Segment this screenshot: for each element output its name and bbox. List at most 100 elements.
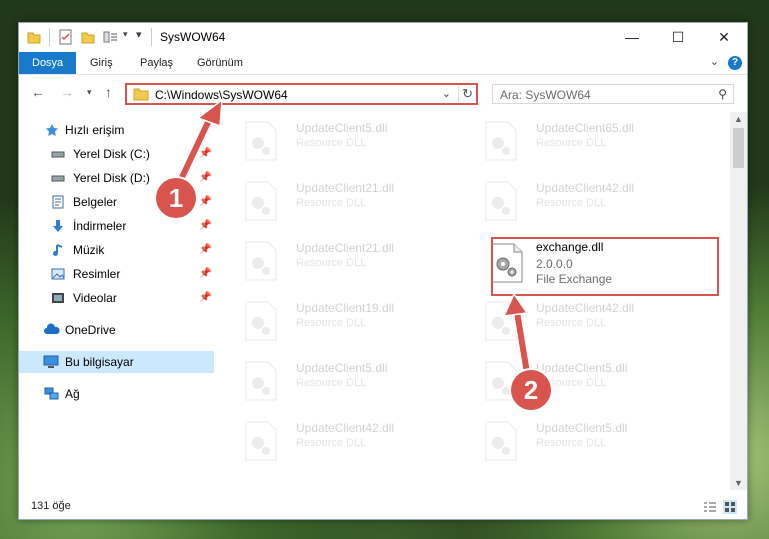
- tab-dosya[interactable]: Dosya: [19, 52, 77, 74]
- music-note-icon: [53, 244, 63, 256]
- film-icon: [52, 293, 64, 303]
- quick-access-dropdown-icon[interactable]: ▾: [123, 29, 128, 40]
- sidebar-item-onedrive[interactable]: OneDrive: [19, 319, 214, 341]
- pin-icon[interactable]: 📌: [199, 167, 211, 189]
- divider: [151, 28, 152, 46]
- dll-gear-icon: [245, 421, 277, 461]
- pin-icon[interactable]: 📌: [199, 263, 211, 285]
- file-item[interactable]: UpdateClient5.dll Resource DLL: [240, 115, 460, 167]
- scrollbar-thumb[interactable]: [733, 128, 744, 168]
- sidebar-item-label: İndirmeler: [73, 219, 127, 233]
- up-button[interactable]: ↑: [105, 84, 112, 100]
- file-name: UpdateClient42.dll: [536, 301, 635, 315]
- folder-icon: [27, 32, 41, 44]
- file-name: UpdateClient42.dll: [536, 181, 635, 195]
- download-arrow-icon: [53, 220, 63, 232]
- back-button[interactable]: ←: [31, 84, 45, 100]
- file-item[interactable]: UpdateClient19.dll Resource DLL: [240, 295, 460, 347]
- file-item[interactable]: UpdateClient42.dll Resource DLL: [240, 415, 460, 467]
- dll-gear-icon: [485, 421, 517, 461]
- file-item[interactable]: UpdateClient21.dll Resource DLL: [240, 235, 460, 287]
- pin-icon[interactable]: 📌: [199, 239, 211, 261]
- sidebar-item-videos[interactable]: Videolar 📌: [19, 287, 214, 309]
- scroll-up-icon[interactable]: ▲: [734, 114, 743, 124]
- sidebar-item-this-pc[interactable]: Bu bilgisayar: [19, 351, 214, 373]
- sidebar-item-local-disk-c[interactable]: Yerel Disk (C:) 📌: [19, 143, 214, 165]
- close-button[interactable]: ✕: [701, 23, 747, 52]
- file-type: Resource DLL: [536, 197, 607, 209]
- sidebar-item-label: Ağ: [65, 387, 80, 401]
- pictures-icon: [51, 268, 65, 280]
- pin-icon[interactable]: 📌: [199, 191, 211, 213]
- title-bar: ▾ ▾ SysWOW64 — ☐ ✕: [19, 23, 747, 52]
- dll-gear-icon: [245, 361, 277, 401]
- file-name: UpdateClient5.dll: [296, 121, 388, 135]
- sidebar-item-label: OneDrive: [65, 323, 116, 337]
- computer-icon: [43, 355, 59, 368]
- forward-button[interactable]: →: [60, 84, 74, 100]
- address-dropdown-icon[interactable]: ⌄: [442, 87, 451, 100]
- search-box[interactable]: Ara: SysWOW64 ⚲: [492, 84, 734, 104]
- search-input[interactable]: Ara: SysWOW64: [500, 88, 591, 102]
- properties-icon[interactable]: [59, 29, 73, 45]
- dll-gear-icon: [245, 121, 277, 161]
- vertical-scrollbar[interactable]: ▲ ▼: [730, 112, 747, 490]
- sidebar-item-pictures[interactable]: Resimler 📌: [19, 263, 214, 285]
- dll-gear-icon: [245, 241, 277, 281]
- ribbon-expand-icon[interactable]: ⌄: [710, 55, 719, 68]
- file-item[interactable]: UpdateClient42.dll Resource DLL: [480, 175, 700, 227]
- sidebar-item-downloads[interactable]: İndirmeler 📌: [19, 215, 214, 237]
- file-name: UpdateClient21.dll: [296, 181, 395, 195]
- file-item[interactable]: UpdateClient65.dll Resource DLL: [480, 115, 700, 167]
- sidebar-item-label: Belgeler: [73, 195, 118, 209]
- file-name: UpdateClient21.dll: [296, 241, 395, 255]
- address-path[interactable]: C:\Windows\SysWOW64: [155, 88, 288, 102]
- minimize-button[interactable]: —: [609, 23, 655, 52]
- documents-icon: [52, 195, 64, 209]
- refresh-icon[interactable]: ↻: [458, 86, 473, 102]
- navigation-bar: ← → ▾ ↑ C:\Windows\SysWOW64 ⌄ ↻ Ara: Sys…: [19, 75, 747, 110]
- file-type: Resource DLL: [296, 257, 367, 269]
- pin-icon[interactable]: 📌: [199, 287, 211, 309]
- file-name: UpdateClient5.dll: [296, 361, 388, 375]
- divider: [49, 28, 50, 46]
- selected-file-highlight: [491, 237, 719, 296]
- cloud-icon: [44, 323, 60, 334]
- details-view-icon[interactable]: [703, 500, 717, 514]
- dll-gear-icon: [245, 301, 277, 341]
- file-type: Resource DLL: [536, 317, 607, 329]
- sidebar-item-label: Yerel Disk (D:): [73, 171, 150, 185]
- file-item[interactable]: UpdateClient42.dll Resource DLL: [480, 295, 700, 347]
- search-icon[interactable]: ⚲: [718, 87, 727, 101]
- quick-access-toolbar-icon[interactable]: ▾: [136, 28, 142, 41]
- ribbon-tabs: Dosya Giriş Paylaş Görünüm ⌄ ?: [19, 52, 747, 75]
- maximize-button[interactable]: ☐: [655, 23, 701, 52]
- sidebar-item-label: Hızlı erişim: [65, 123, 125, 137]
- large-icons-view-icon[interactable]: [723, 500, 737, 514]
- customize-icon[interactable]: [103, 29, 119, 45]
- file-item[interactable]: UpdateClient21.dll Resource DLL: [240, 175, 460, 227]
- tab-paylas[interactable]: Paylaş: [140, 52, 173, 74]
- sidebar-item-music[interactable]: Müzik 📌: [19, 239, 214, 261]
- new-folder-icon[interactable]: [81, 29, 95, 45]
- sidebar-item-label: Müzik: [73, 243, 105, 257]
- navigation-pane: Hızlı erişim Yerel Disk (C:) 📌 Yerel Dis…: [19, 113, 214, 483]
- item-count: 131 öğe: [31, 500, 71, 512]
- file-name: UpdateClient19.dll: [296, 301, 395, 315]
- tab-gorunum[interactable]: Görünüm: [197, 52, 243, 74]
- pin-icon[interactable]: 📌: [199, 215, 211, 237]
- address-bar[interactable]: C:\Windows\SysWOW64 ⌄ ↻: [125, 83, 478, 105]
- scroll-down-icon[interactable]: ▼: [734, 478, 743, 488]
- help-icon[interactable]: ?: [728, 56, 742, 70]
- sidebar-item-network[interactable]: Ağ: [19, 383, 214, 405]
- drive-icon: [51, 151, 65, 158]
- pin-icon[interactable]: 📌: [199, 143, 211, 165]
- folder-icon: [133, 88, 149, 101]
- file-item[interactable]: UpdateClient5.dll Resource DLL: [480, 415, 700, 467]
- file-item[interactable]: UpdateClient5.dll Resource DLL: [240, 355, 460, 407]
- file-name: UpdateClient65.dll: [536, 121, 635, 135]
- tab-giris[interactable]: Giriş: [90, 52, 113, 74]
- recent-locations-icon[interactable]: ▾: [87, 87, 92, 98]
- file-type: Resource DLL: [296, 317, 367, 329]
- sidebar-item-quick-access[interactable]: Hızlı erişim: [19, 119, 214, 141]
